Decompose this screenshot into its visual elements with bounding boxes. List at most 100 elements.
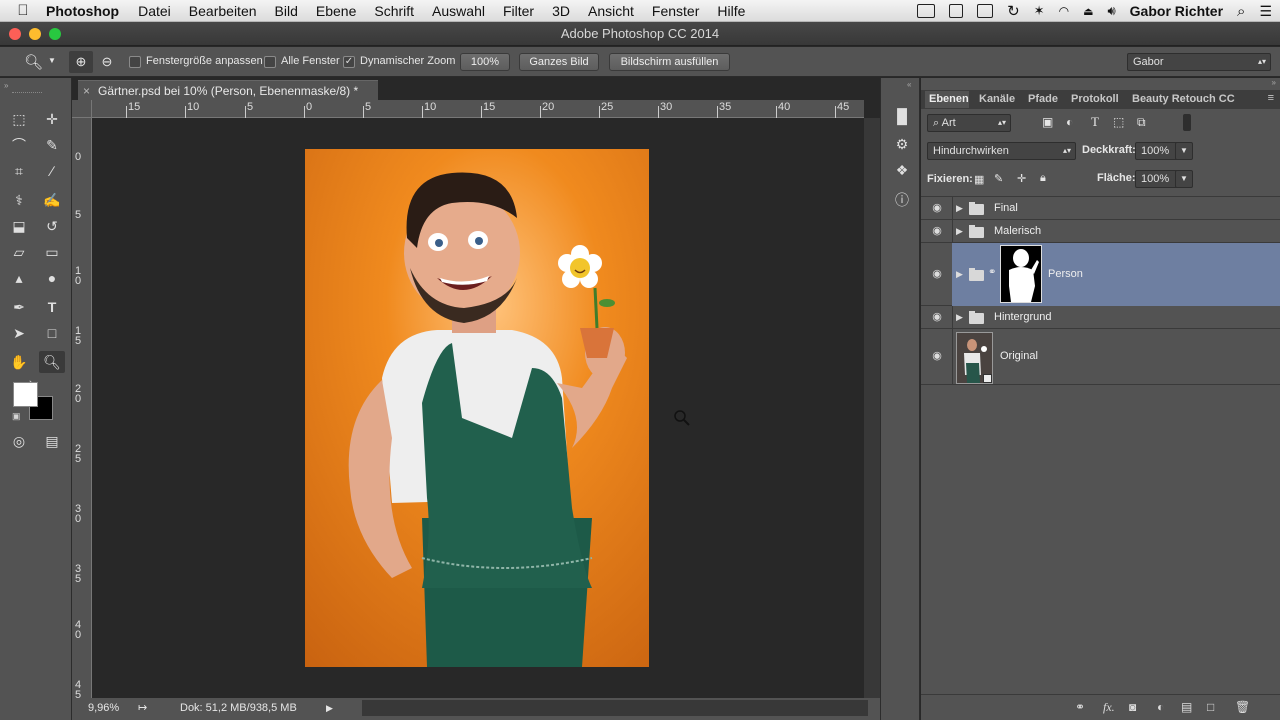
layer-filter-select[interactable]: ⌕ Art ▴▾ (927, 114, 1011, 132)
visibility-eye-icon[interactable]: ◉ (929, 310, 945, 324)
link-layers-icon[interactable]: ⚭ (1075, 700, 1085, 714)
lock-transparency-icon[interactable]: ▦ (974, 173, 984, 186)
layer-row-person[interactable]: ◉ ▶ ⚭ Person (921, 243, 1280, 306)
type-tool-icon[interactable]: T (39, 296, 65, 318)
stamp-tool-icon[interactable]: ⬓ (6, 215, 32, 237)
layer-thumbnail[interactable] (956, 332, 993, 384)
quick-mask-icon[interactable]: ◎ (6, 430, 32, 452)
collapse-icon[interactable]: » (4, 81, 8, 90)
search-icon[interactable]: ⌕ (1237, 3, 1245, 20)
lasso-tool-icon[interactable]: ⌒ (6, 134, 32, 156)
menu-auswahl[interactable]: Auswahl (432, 3, 485, 19)
chevron-down-icon[interactable]: ▼ (48, 56, 56, 65)
layer-row-hintergrund[interactable]: ◉ ▶ Hintergrund (921, 306, 1280, 329)
expand-arrow-icon[interactable]: ▶ (956, 203, 963, 214)
delete-layer-icon[interactable]: 🗑︎ (1235, 700, 1250, 714)
apple-icon[interactable]:  (0, 2, 46, 19)
eraser-tool-icon[interactable]: ▱ (6, 241, 32, 263)
chain-link-icon[interactable]: ⚭ (988, 267, 996, 278)
layer-style-fx-icon[interactable]: fx. (1103, 700, 1115, 715)
filter-adjustment-icon[interactable]: ◐ (1066, 115, 1073, 129)
user-name[interactable]: Gabor Richter (1130, 3, 1223, 19)
fill-screen-button[interactable]: Bildschirm ausfüllen (609, 53, 730, 71)
canvas-area[interactable] (92, 118, 864, 698)
grip-icon[interactable] (12, 92, 42, 95)
lock-all-icon[interactable]: 🔒︎ (1040, 172, 1046, 185)
add-mask-icon[interactable]: ◙ (1129, 700, 1136, 714)
new-layer-icon[interactable]: □ (1207, 700, 1214, 714)
eject-icon[interactable]: ⏏ (1083, 5, 1093, 18)
document-tab[interactable]: × Gärtner.psd bei 10% (Person, Ebenenmas… (78, 80, 378, 100)
filter-shape-icon[interactable]: ⬚ (1113, 115, 1124, 129)
extension-icon[interactable] (949, 4, 964, 18)
display-icon[interactable] (917, 4, 936, 18)
volume-icon[interactable]: 🔊︎ (1107, 3, 1115, 19)
history-brush-tool-icon[interactable]: ↺ (39, 215, 65, 237)
ruler-origin[interactable] (72, 100, 92, 118)
layer-row-original[interactable]: ◉ Original (921, 329, 1280, 385)
export-icon[interactable]: ↦ (138, 698, 147, 718)
workspace-select[interactable]: Gabor ▴▾ (1127, 53, 1271, 71)
crop-tool-icon[interactable]: ⌗ (6, 160, 32, 182)
zoom-tool-preset-icon[interactable]: 🔍︎ (24, 53, 43, 71)
status-menu-arrow-icon[interactable]: ▶ (326, 698, 333, 718)
fill-dropdown-icon[interactable]: ▼ (1175, 170, 1193, 188)
hand-tool-icon[interactable]: ✋ (6, 351, 32, 373)
layer-mask-thumbnail[interactable] (1000, 245, 1042, 303)
expand-arrow-icon[interactable]: ▶ (956, 269, 963, 280)
lock-image-icon[interactable]: ✎ (994, 172, 1003, 185)
menu-ebene[interactable]: Ebene (316, 3, 356, 19)
visibility-eye-icon[interactable]: ◉ (929, 224, 945, 238)
minimize-window-button[interactable] (29, 28, 41, 40)
info-icon[interactable]: ⓘ (891, 190, 913, 210)
adjustment-layer-icon[interactable]: ◐ (1157, 700, 1164, 714)
menu-hilfe[interactable]: Hilfe (717, 3, 745, 19)
gradient-tool-icon[interactable]: ▭ (39, 241, 65, 263)
filter-type-icon[interactable]: T (1091, 114, 1099, 130)
time-machine-icon[interactable]: ↻ (1007, 2, 1020, 20)
zoom-in-icon[interactable]: ⊕ (69, 51, 93, 73)
expand-arrow-icon[interactable]: ▶ (956, 226, 963, 237)
collapse-dock-icon[interactable]: « (907, 80, 911, 89)
menu-schrift[interactable]: Schrift (374, 3, 414, 19)
layer-name[interactable]: Person (1048, 268, 1083, 280)
settings-icon[interactable]: ⚙ (891, 134, 913, 154)
layer-name[interactable]: Malerisch (994, 225, 1041, 237)
healing-brush-tool-icon[interactable]: ⚕ (6, 189, 32, 211)
zoom-100-button[interactable]: 100% (460, 53, 510, 71)
close-tab-icon[interactable]: × (83, 81, 90, 101)
filter-pixel-icon[interactable]: ▣ (1042, 115, 1053, 129)
menu-filter[interactable]: Filter (503, 3, 534, 19)
move-tool-icon[interactable]: ✛ (39, 108, 65, 130)
filter-smartobject-icon[interactable]: ⧉ (1137, 115, 1146, 130)
quick-selection-tool-icon[interactable]: ✎ (39, 134, 65, 156)
tab-protokoll[interactable]: Protokoll (1071, 93, 1119, 105)
close-window-button[interactable] (9, 28, 21, 40)
whole-image-button[interactable]: Ganzes Bild (519, 53, 599, 71)
foreground-color-swatch[interactable] (13, 382, 38, 407)
bluetooth-icon[interactable]: ✶ (1034, 3, 1045, 19)
screen-mode-icon[interactable]: ▤ (39, 430, 65, 452)
marquee-tool-icon[interactable]: ⬚ (6, 108, 32, 130)
opacity-dropdown-icon[interactable]: ▼ (1175, 142, 1193, 160)
tab-pfade[interactable]: Pfade (1028, 93, 1058, 105)
brush-tool-icon[interactable]: ✍ (39, 189, 65, 211)
histogram-icon[interactable]: ▐▌ (891, 106, 913, 126)
layer-name[interactable]: Final (994, 202, 1018, 214)
panel-menu-icon[interactable]: ≡ (1268, 92, 1274, 104)
pen-tool-icon[interactable]: ✒ (6, 296, 32, 318)
panel-collapse-icon[interactable]: » (1272, 78, 1276, 87)
menu-ansicht[interactable]: Ansicht (588, 3, 634, 19)
menu-bearbeiten[interactable]: Bearbeiten (189, 3, 257, 19)
menu-bild[interactable]: Bild (275, 3, 298, 19)
menu-datei[interactable]: Datei (138, 3, 171, 19)
shape-tool-icon[interactable]: □ (39, 322, 65, 344)
visibility-eye-icon[interactable]: ◉ (929, 349, 945, 363)
fit-window-checkbox[interactable] (129, 56, 141, 68)
wifi-icon[interactable]: ◠ (1059, 4, 1069, 18)
tab-kanaele[interactable]: Kanäle (979, 93, 1015, 105)
zoom-tool-icon[interactable]: 🔍︎ (39, 351, 65, 373)
visibility-eye-icon[interactable]: ◉ (929, 201, 945, 215)
all-windows-checkbox[interactable] (264, 56, 276, 68)
menu-fenster[interactable]: Fenster (652, 3, 699, 19)
